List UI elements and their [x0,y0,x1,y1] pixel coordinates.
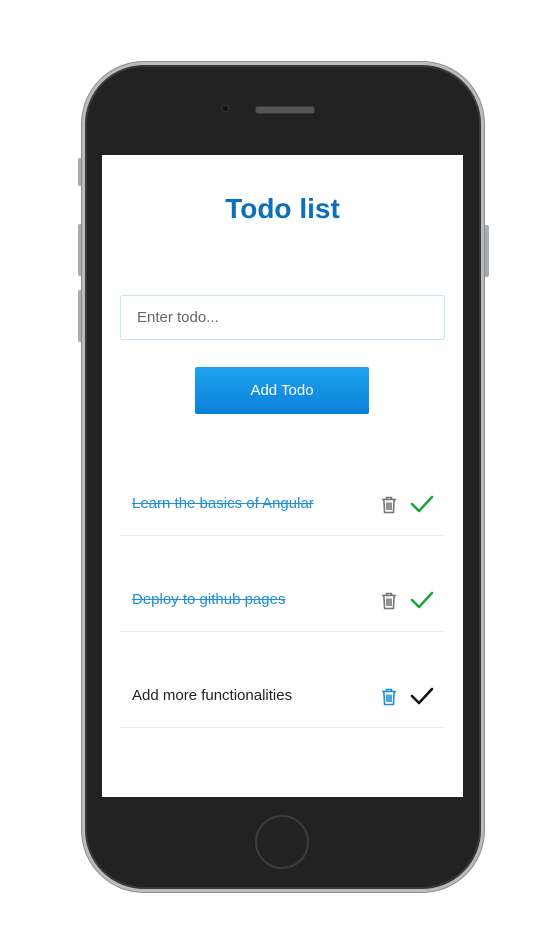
todo-item: Learn the basics of Angular [120,440,445,536]
todo-item: Deploy to github pages [120,536,445,632]
front-camera [221,104,230,113]
complete-button[interactable] [410,494,434,514]
power-button [484,225,489,277]
todo-input[interactable] [120,295,445,340]
home-button [255,815,309,869]
delete-button[interactable] [381,592,397,610]
todo-text[interactable]: Add more functionalities [132,687,292,704]
delete-button[interactable] [381,496,397,514]
earpiece-speaker [255,106,315,114]
todo-text[interactable]: Deploy to github pages [132,591,285,608]
add-todo-button[interactable]: Add Todo [195,367,369,414]
trash-icon [382,496,396,514]
complete-button[interactable] [410,590,434,610]
page-title: Todo list [225,193,340,224]
page: Todo list Add Todo Learn the basics of A… [0,0,559,950]
complete-button[interactable] [410,686,434,706]
todo-text[interactable]: Learn the basics of Angular [132,495,314,512]
checkmark-icon [410,495,434,513]
trash-icon [382,688,396,706]
checkmark-icon [410,591,434,609]
checkmark-icon [410,687,434,705]
todo-list: Learn the basics of Angular Deploy to gi… [120,440,445,728]
todo-item: Add more functionalities [120,632,445,728]
trash-icon [382,592,396,610]
app-screen: Todo list Add Todo Learn the basics of A… [102,155,463,797]
delete-button[interactable] [381,688,397,706]
